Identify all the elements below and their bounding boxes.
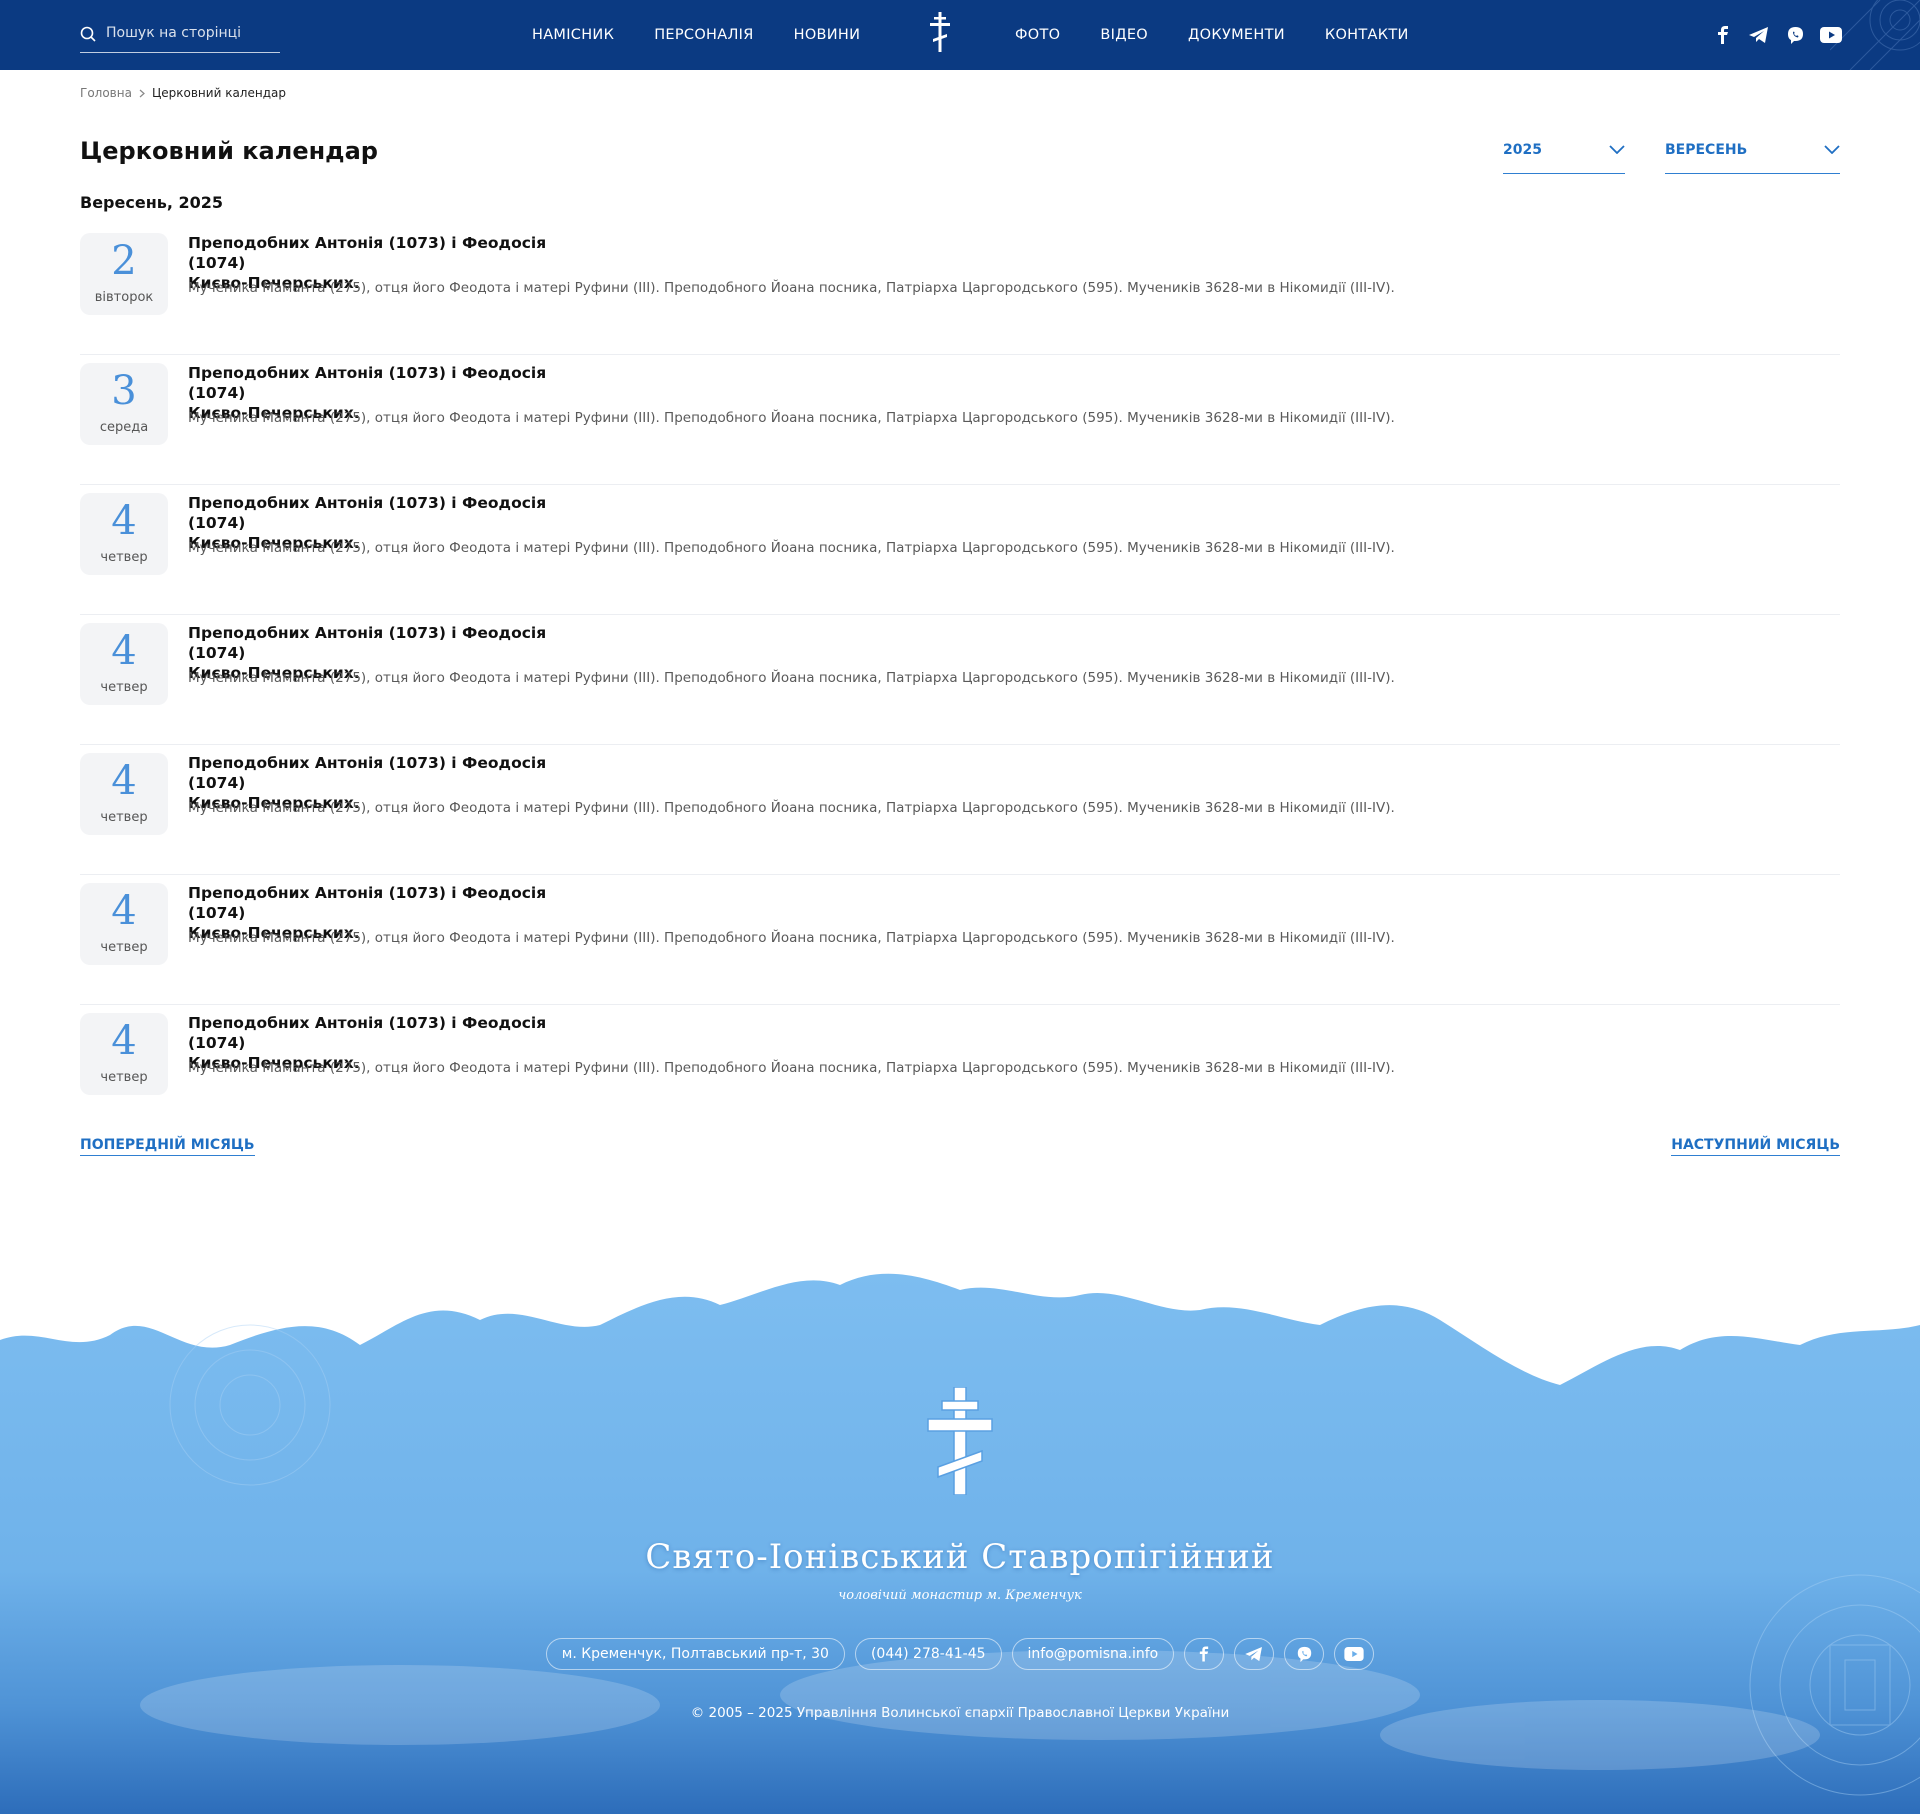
date-box: 4 четвер (80, 883, 168, 965)
event-title-line1: Преподобних Антонія (1073) і Феодосія (1… (188, 754, 547, 792)
event-description: Мученика Маманта (275), отця його Феодот… (188, 800, 1395, 816)
site-header: НАМІСНИК ПЕРСОНАЛІЯ НОВИНИ ФОТО ВІДЕО ДО… (0, 0, 1920, 70)
event-title-line1: Преподобних Антонія (1073) і Феодосія (1… (188, 364, 547, 402)
weekday: вівторок (94, 290, 154, 305)
header-socials (1712, 24, 1842, 46)
event-description: Мученика Маманта (275), отця його Феодот… (188, 410, 1395, 426)
event-description: Мученика Маманта (275), отця його Феодот… (188, 670, 1395, 686)
search-box[interactable] (80, 20, 280, 53)
telegram-icon[interactable] (1234, 1638, 1275, 1670)
chevron-down-icon (1824, 145, 1840, 154)
site-footer: Свято-Іонівський Ставропігійний чоловічи… (0, 1265, 1920, 1814)
facebook-icon[interactable] (1712, 24, 1734, 46)
day-number: 4 (111, 498, 137, 544)
previous-month-link[interactable]: ПОПЕРЕДНІЙ МІСЯЦЬ (80, 1137, 255, 1156)
ornament-decoration (1830, 0, 1920, 70)
footer-contacts: м. Кременчук, Полтавський пр-т, 30 (044)… (0, 1638, 1920, 1670)
nav-dokumenty[interactable]: ДОКУМЕНТИ (1188, 27, 1285, 43)
year-select[interactable]: 2025 (1503, 142, 1625, 174)
event-title-line1: Преподобних Антонія (1073) і Феодосія (1… (188, 624, 547, 662)
date-box: 2 вівторок (80, 233, 168, 315)
viber-icon[interactable] (1784, 24, 1806, 46)
date-box: 4 четвер (80, 753, 168, 835)
event-title-line1: Преподобних Антонія (1073) і Феодосія (1… (188, 884, 547, 922)
calendar-event[interactable]: 4 четвер Преподобних Антонія (1073) і Фе… (80, 1005, 1840, 1135)
weekday: четвер (100, 810, 148, 825)
calendar-event[interactable]: 4 четвер Преподобних Антонія (1073) і Фе… (80, 485, 1840, 615)
chevron-down-icon (1609, 145, 1625, 154)
event-title-line1: Преподобних Антонія (1073) і Феодосія (1… (188, 494, 547, 532)
telegram-icon[interactable] (1748, 24, 1770, 46)
weekday: четвер (100, 680, 148, 695)
date-box: 4 четвер (80, 493, 168, 575)
date-box: 3 середа (80, 363, 168, 445)
day-number: 3 (111, 368, 137, 414)
date-box: 4 четвер (80, 1013, 168, 1095)
calendar-event[interactable]: 4 четвер Преподобних Антонія (1073) і Фе… (80, 875, 1840, 1005)
breadcrumb-current: Церковний календар (151, 86, 286, 100)
nav-namisnyk[interactable]: НАМІСНИК (532, 27, 614, 43)
calendar-event[interactable]: 4 четвер Преподобних Антонія (1073) і Фе… (80, 745, 1840, 875)
event-description: Мученика Маманта (275), отця його Феодот… (188, 930, 1395, 946)
nav-video[interactable]: ВІДЕО (1100, 27, 1148, 43)
calendar-event[interactable]: 4 четвер Преподобних Антонія (1073) і Фе… (80, 615, 1840, 745)
viber-icon[interactable] (1284, 1638, 1325, 1670)
weekday: середа (99, 420, 149, 435)
calendar-event[interactable]: 3 середа Преподобних Антонія (1073) і Фе… (80, 355, 1840, 485)
month-select-value: ВЕРЕСЕНЬ (1665, 142, 1748, 158)
calendar-event[interactable]: 2 вівторок Преподобних Антонія (1073) і … (80, 225, 1840, 355)
search-input[interactable] (106, 25, 266, 41)
year-select-value: 2025 (1503, 142, 1542, 158)
main-nav-right: ФОТО ВІДЕО ДОКУМЕНТИ КОНТАКТИ (995, 0, 1429, 70)
calendar-event-list: 2 вівторок Преподобних Антонія (1073) і … (80, 225, 1840, 1135)
facebook-icon[interactable] (1184, 1638, 1225, 1670)
weekday: четвер (100, 1070, 148, 1085)
email-pill[interactable]: info@pomisna.info (1011, 1638, 1175, 1670)
event-title-line1: Преподобних Антонія (1073) і Феодосія (1… (188, 1014, 547, 1052)
day-number: 4 (111, 758, 137, 804)
monastery-subtitle: чоловічий монастир м. Кременчук (838, 1588, 1082, 1603)
breadcrumb: Головна Церковний календар (80, 86, 286, 100)
day-number: 4 (111, 1018, 137, 1064)
youtube-icon[interactable] (1820, 24, 1842, 46)
weekday: четвер (100, 550, 148, 565)
day-number: 4 (111, 628, 137, 674)
month-select[interactable]: ВЕРЕСЕНЬ (1665, 142, 1840, 174)
day-number: 2 (111, 238, 137, 284)
orthodox-cross-logo[interactable] (929, 12, 951, 52)
phone-pill[interactable]: (044) 278-41-45 (854, 1638, 1002, 1670)
page-title: Церковний календар (80, 137, 378, 165)
nav-kontakty[interactable]: КОНТАКТИ (1325, 27, 1409, 43)
nav-personalia[interactable]: ПЕРСОНАЛІЯ (654, 27, 753, 43)
weekday: четвер (100, 940, 148, 955)
copyright: © 2005 – 2025 Управління Волинської єпар… (690, 1705, 1230, 1721)
search-icon (80, 26, 96, 42)
event-description: Мученика Маманта (275), отця його Феодот… (188, 280, 1395, 296)
event-description: Мученика Маманта (275), отця його Феодот… (188, 1060, 1395, 1076)
orthodox-cross-emblem (927, 1387, 993, 1495)
main-nav-left: НАМІСНИК ПЕРСОНАЛІЯ НОВИНИ (512, 0, 880, 70)
address-pill[interactable]: м. Кременчук, Полтавський пр-т, 30 (545, 1638, 845, 1670)
day-number: 4 (111, 888, 137, 934)
nav-novyny[interactable]: НОВИНИ (794, 27, 861, 43)
event-description: Мученика Маманта (275), отця його Феодот… (188, 540, 1395, 556)
monastery-name: Свято-Іонівський Ставропігійний (645, 1537, 1275, 1577)
month-heading: Вересень, 2025 (80, 193, 224, 212)
event-title-line1: Преподобних Антонія (1073) і Феодосія (1… (188, 234, 547, 272)
breadcrumb-home[interactable]: Головна (80, 86, 132, 100)
youtube-icon[interactable] (1334, 1638, 1375, 1670)
next-month-link[interactable]: НАСТУПНИЙ МІСЯЦЬ (1671, 1137, 1840, 1156)
date-box: 4 четвер (80, 623, 168, 705)
nav-foto[interactable]: ФОТО (1015, 27, 1060, 43)
chevron-right-icon (139, 89, 145, 97)
